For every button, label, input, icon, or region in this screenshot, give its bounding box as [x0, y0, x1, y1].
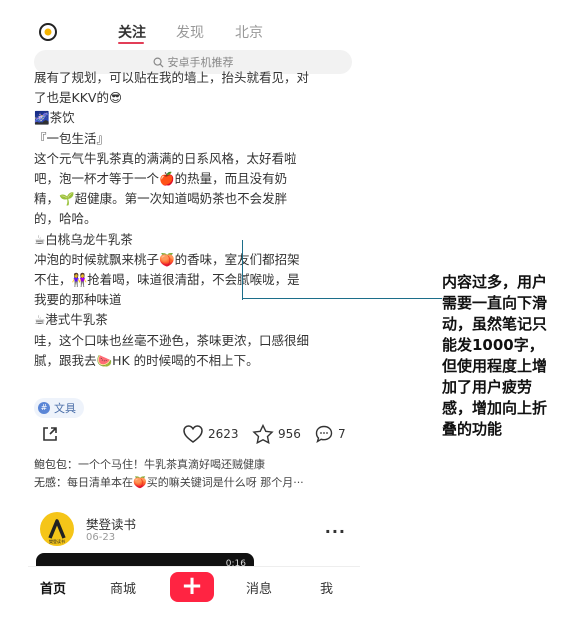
active-tab-underline — [118, 42, 144, 44]
hashtag-icon: # — [38, 402, 50, 414]
note-line: 我要的那种味道 — [34, 292, 122, 308]
note-line: ☕白桃乌龙牛乳茶 — [34, 231, 133, 247]
comment-text: 每日清单本在🍑买的嘛关键词是什么呀 那个月··· — [67, 476, 304, 489]
nav-me[interactable]: 我 — [320, 578, 333, 597]
author-name[interactable]: 樊登读书 — [86, 514, 136, 533]
top-nav: 关注 发现 北京 — [28, 18, 360, 48]
nav-messages[interactable]: 消息 — [246, 578, 272, 597]
note-line: 了也是KKV的😎 — [34, 90, 122, 106]
note-line: 精，🌱超健康。第一次知道喝奶茶也不会发胖 — [34, 191, 288, 207]
topic-tag-label: 文具 — [54, 402, 76, 415]
note-line: 哇，这个口味也丝毫不逊色，茶味更浓，口感很细 — [34, 332, 310, 348]
note-line: 展有了规划，可以贴在我的墙上，抬头就看见，对 — [34, 70, 310, 85]
tab-following[interactable]: 关注 — [118, 22, 146, 42]
like-button[interactable]: 2623 — [182, 424, 239, 444]
note-line: ☕港式牛乳茶 — [34, 312, 108, 328]
share-button[interactable] — [40, 424, 64, 444]
comment-user: 鲍包包： — [34, 458, 78, 471]
heart-icon — [183, 425, 203, 443]
annotation-line-horizontal — [242, 298, 442, 299]
comment-count: 7 — [338, 427, 346, 441]
note-line: 不住，👭抢着喝，味道很清甜，不会腻喉咙，是 — [34, 272, 300, 288]
add-note-button[interactable]: + — [170, 572, 214, 602]
tab-discover[interactable]: 发现 — [176, 22, 204, 42]
favorite-button[interactable]: 956 — [252, 424, 301, 444]
nav-home[interactable]: 首页 — [40, 578, 66, 597]
favorite-count: 956 — [278, 427, 301, 441]
author-date: 06-23 — [86, 532, 116, 543]
comment-icon — [315, 425, 333, 444]
share-icon — [43, 427, 57, 441]
camera-logo-icon[interactable] — [38, 22, 58, 42]
comment-item[interactable]: 鲍包包：一个个马住！牛乳茶真滴好喝还贼健康 — [34, 456, 354, 474]
tab-city[interactable]: 北京 — [235, 22, 263, 42]
comment-user: 无感： — [34, 476, 67, 489]
topic-tag[interactable]: # 文具 — [34, 398, 84, 418]
note-line: 『一包生活』 — [34, 130, 110, 146]
annotation-text: 内容过多，用户需要一直向下滑动，虽然笔记只能发1000字，但使用程度上增加了用户… — [442, 273, 548, 438]
like-count: 2623 — [208, 427, 239, 441]
next-note-author: 樊登读书 樊登读书 06-23 ··· — [28, 508, 360, 548]
action-bar: 2623 956 7 — [28, 424, 360, 448]
avatar[interactable]: 樊登读书 — [40, 512, 74, 546]
note-line: 吧，泡一杯才等于一个🍎的热量，而且没有奶 — [34, 171, 288, 187]
more-icon[interactable]: ··· — [325, 522, 346, 541]
nav-mall[interactable]: 商城 — [110, 578, 136, 597]
note-line: 🌌茶饮 — [34, 110, 75, 126]
phone-screen: 关注 发现 北京 安卓手机推荐 展有了规划，可以贴在我的墙上，抬头就看见，对 了… — [28, 0, 360, 605]
note-line: 腻，跟我去🍉HK 的时候喝的不相上下。 — [34, 352, 259, 368]
note-line: 冲泡的时候就飘来桃子🍑的香味，室友们都招架 — [34, 251, 300, 267]
comment-item[interactable]: 无感：每日清单本在🍑买的嘛关键词是什么呀 那个月··· — [34, 474, 354, 492]
annotation-line-vertical — [242, 240, 243, 300]
avatar-logo-icon: 樊登读书 — [48, 519, 66, 544]
comment-preview[interactable]: 鲍包包：一个个马住！牛乳茶真滴好喝还贼健康 无感：每日清单本在🍑买的嘛关键词是什… — [34, 456, 354, 492]
search-icon — [153, 57, 164, 68]
note-line: 的，哈哈。 — [34, 211, 97, 227]
bottom-nav: 首页 商城 + 消息 我 — [28, 566, 360, 605]
note-line: 这个元气牛乳茶真的满满的日系风格，太好看啦 — [34, 150, 297, 166]
comment-button[interactable]: 7 — [314, 424, 346, 444]
avatar-text: 樊登读书 — [49, 538, 65, 544]
note-content: 展有了规划，可以贴在我的墙上，抬头就看见，对 了也是KKV的😎 🌌茶饮 『一包生… — [34, 70, 354, 371]
comment-text: 一个个马住！牛乳茶真滴好喝还贼健康 — [78, 458, 265, 471]
star-icon — [252, 424, 274, 444]
